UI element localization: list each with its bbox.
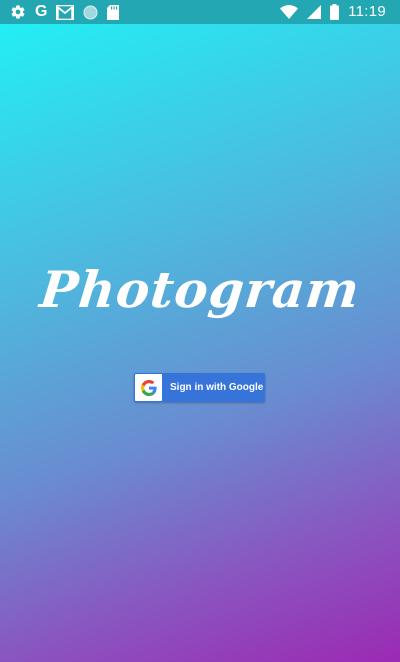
sd-card-icon — [107, 0, 120, 24]
settings-icon — [10, 0, 26, 24]
notification-icons: G — [0, 0, 120, 24]
google-sign-in-label: Sign in with Google — [170, 382, 264, 393]
login-screen: G 11:19 Photogram Sign in with Google — [0, 0, 400, 662]
google-icon: G — [35, 3, 48, 20]
gmail-icon — [56, 0, 75, 24]
status-bar: G 11:19 — [0, 0, 400, 24]
clock: 11:19 — [348, 3, 386, 20]
google-g-icon — [135, 374, 162, 401]
google-sign-in-button[interactable]: Sign in with Google — [134, 373, 265, 402]
signal-icon — [307, 0, 322, 24]
wifi-icon — [280, 0, 299, 24]
circle-icon — [83, 0, 98, 24]
battery-icon — [330, 0, 340, 24]
system-icons: 11:19 — [280, 0, 400, 24]
app-logo-title: Photogram — [37, 260, 363, 319]
